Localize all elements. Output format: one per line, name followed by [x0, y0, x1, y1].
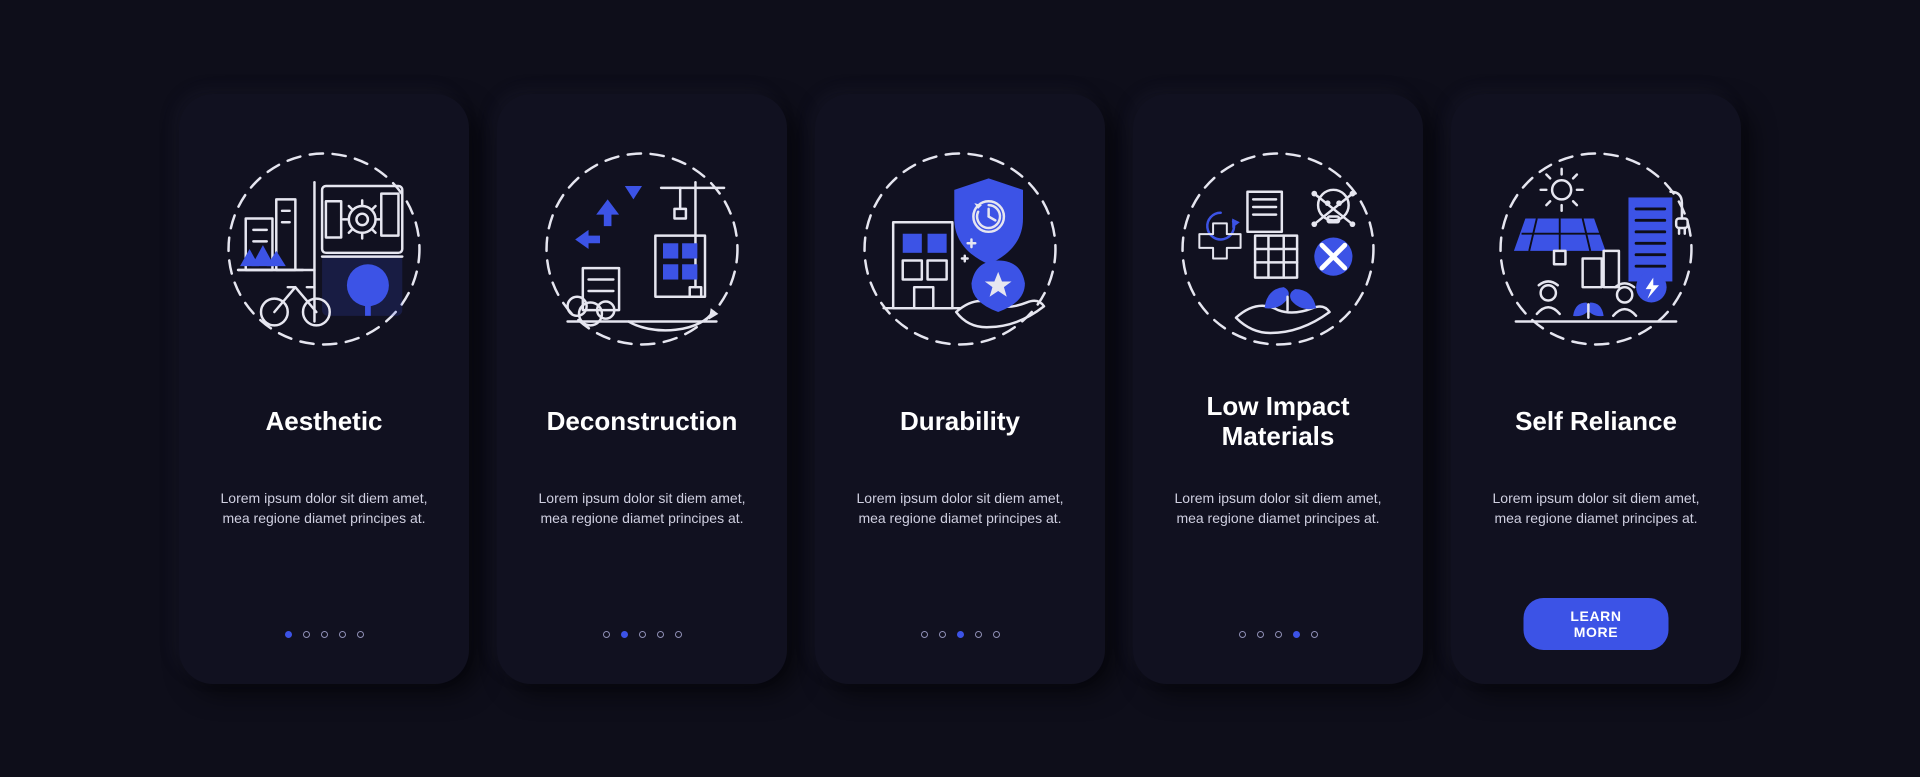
card-row: Aesthetic Lorem ipsum dolor sit diem ame…: [0, 0, 1920, 777]
dot[interactable]: [639, 631, 646, 638]
dot[interactable]: [957, 631, 964, 638]
dot[interactable]: [657, 631, 664, 638]
dot[interactable]: [939, 631, 946, 638]
dot[interactable]: [1275, 631, 1282, 638]
dot[interactable]: [285, 631, 292, 638]
dot[interactable]: [675, 631, 682, 638]
dot[interactable]: [339, 631, 346, 638]
selfreliance-icon: [1491, 144, 1701, 354]
pagination-dots: [179, 631, 469, 638]
pagination-dots: [497, 631, 787, 638]
dot[interactable]: [975, 631, 982, 638]
card-materials: Low ImpactMaterials Lorem ipsum dolor si…: [1133, 94, 1423, 684]
card-title: Deconstruction: [547, 392, 738, 452]
card-description: Lorem ipsum dolor sit diem amet, mea reg…: [1477, 488, 1715, 529]
card-description: Lorem ipsum dolor sit diem amet, mea reg…: [205, 488, 443, 529]
dot[interactable]: [321, 631, 328, 638]
aesthetic-icon: [219, 144, 429, 354]
card-title: Aesthetic: [265, 392, 382, 452]
dot[interactable]: [1239, 631, 1246, 638]
learn-more-button[interactable]: LEARN MORE: [1524, 598, 1669, 650]
dot[interactable]: [1257, 631, 1264, 638]
durability-icon: [855, 144, 1065, 354]
card-title: Low ImpactMaterials: [1206, 392, 1349, 452]
dot[interactable]: [303, 631, 310, 638]
card-aesthetic: Aesthetic Lorem ipsum dolor sit diem ame…: [179, 94, 469, 684]
dot[interactable]: [1293, 631, 1300, 638]
materials-icon: [1173, 144, 1383, 354]
dot[interactable]: [993, 631, 1000, 638]
dot[interactable]: [621, 631, 628, 638]
dot[interactable]: [1311, 631, 1318, 638]
card-title: Durability: [900, 392, 1020, 452]
card-description: Lorem ipsum dolor sit diem amet, mea reg…: [841, 488, 1079, 529]
deconstruction-icon: [537, 144, 747, 354]
dot[interactable]: [603, 631, 610, 638]
card-deconstruction: Deconstruction Lorem ipsum dolor sit die…: [497, 94, 787, 684]
card-title: Self Reliance: [1515, 392, 1677, 452]
pagination-dots: [1133, 631, 1423, 638]
card-description: Lorem ipsum dolor sit diem amet, mea reg…: [1159, 488, 1397, 529]
card-description: Lorem ipsum dolor sit diem amet, mea reg…: [523, 488, 761, 529]
pagination-dots: [815, 631, 1105, 638]
dot[interactable]: [357, 631, 364, 638]
card-selfreliance: Self Reliance Lorem ipsum dolor sit diem…: [1451, 94, 1741, 684]
card-durability: Durability Lorem ipsum dolor sit diem am…: [815, 94, 1105, 684]
dot[interactable]: [921, 631, 928, 638]
